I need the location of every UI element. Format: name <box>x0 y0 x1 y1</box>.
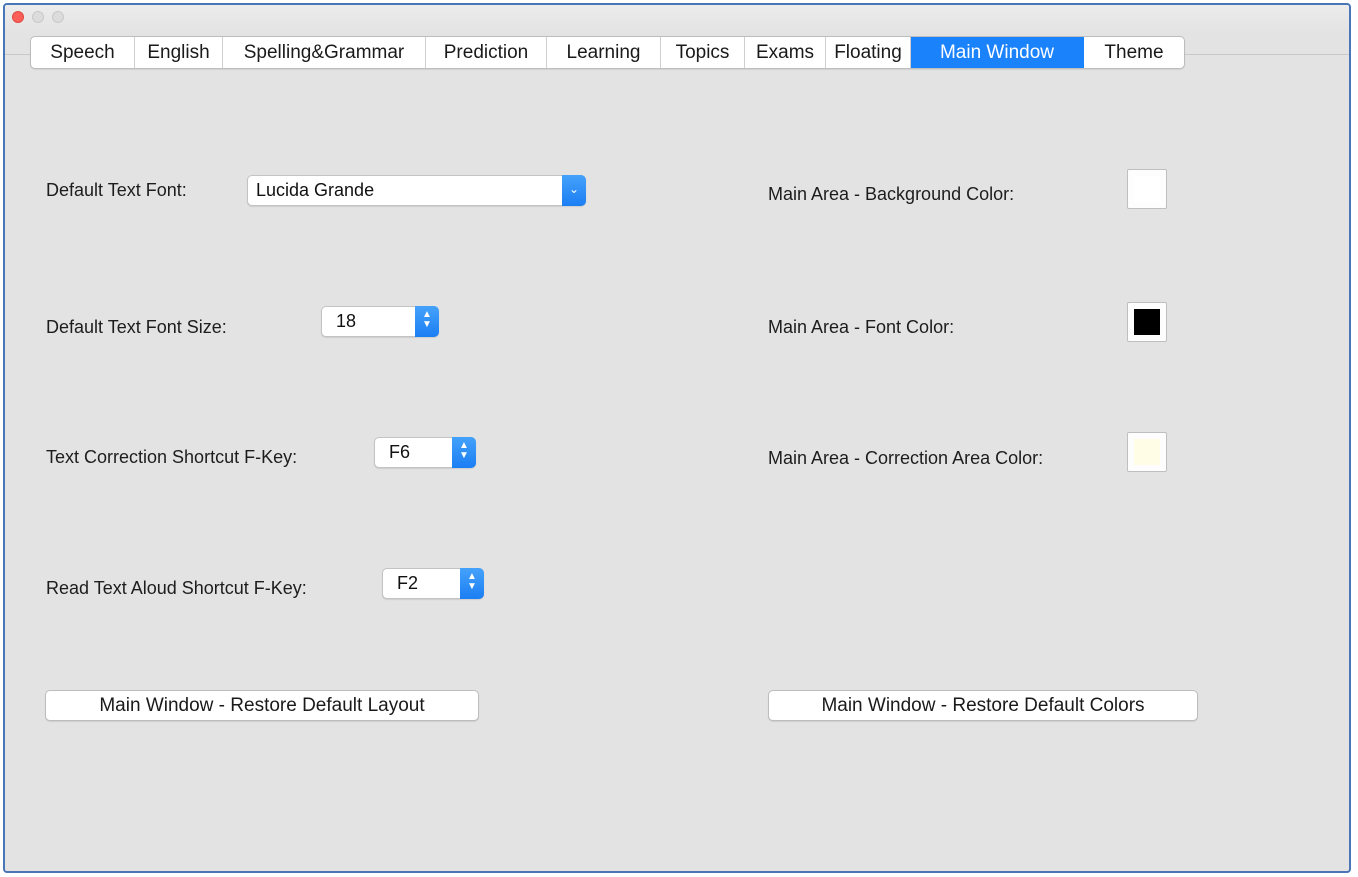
read-aloud-shortcut-value: F2 <box>397 573 419 593</box>
restore-default-colors-button[interactable]: Main Window - Restore Default Colors <box>768 690 1198 721</box>
zoom-button[interactable] <box>52 11 64 23</box>
background-color-label: Main Area - Background Color: <box>768 184 1015 204</box>
close-button[interactable] <box>12 11 24 23</box>
default-font-dropdown[interactable]: Lucida Grande ⌄ <box>247 175 586 206</box>
tab-bar: Speech English Spelling&Grammar Prediction L… <box>30 36 1185 69</box>
tab-spelling-grammar[interactable]: Spelling&Grammar <box>223 37 426 68</box>
correction-shortcut-label: Text Correction Shortcut F-Key: <box>46 447 298 467</box>
correction-area-color-fill <box>1134 439 1160 465</box>
background-color-fill <box>1134 176 1160 202</box>
tab-floating[interactable]: Floating <box>826 37 911 68</box>
tab-topics[interactable]: Topics <box>661 37 745 68</box>
tab-prediction[interactable]: Prediction <box>426 37 547 68</box>
font-size-stepper[interactable]: 18 ▲ ▼ <box>321 306 439 337</box>
read-aloud-shortcut-select[interactable]: F2 ▲ ▼ <box>382 568 484 599</box>
up-down-chevron-icon: ▲ ▼ <box>460 568 484 599</box>
up-down-chevron-icon: ▲ ▼ <box>452 437 476 468</box>
font-size-value: 18 <box>336 311 357 331</box>
preferences-window: Speech English Spelling&Grammar Prediction L… <box>3 3 1351 873</box>
title-bar <box>5 5 1349 33</box>
correction-shortcut-value: F6 <box>389 442 411 462</box>
read-aloud-shortcut-label: Read Text Aloud Shortcut F-Key: <box>46 578 307 598</box>
font-size-label: Default Text Font Size: <box>46 317 227 337</box>
up-down-chevron-icon: ▲ ▼ <box>415 306 439 337</box>
font-color-label: Main Area - Font Color: <box>768 317 955 337</box>
tab-exams[interactable]: Exams <box>745 37 826 68</box>
tab-english[interactable]: English <box>135 37 223 68</box>
correction-area-color-swatch[interactable] <box>1127 432 1167 472</box>
default-font-value: Lucida Grande <box>256 180 375 200</box>
background-color-swatch[interactable] <box>1127 169 1167 209</box>
tab-learning[interactable]: Learning <box>547 37 661 68</box>
font-color-swatch[interactable] <box>1127 302 1167 342</box>
restore-default-layout-button[interactable]: Main Window - Restore Default Layout <box>45 690 479 721</box>
chevron-down-icon: ⌄ <box>562 175 586 206</box>
correction-area-color-label: Main Area - Correction Area Color: <box>768 448 1044 468</box>
tab-theme[interactable]: Theme <box>1084 37 1184 68</box>
default-font-label: Default Text Font: <box>46 180 187 200</box>
font-color-fill <box>1134 309 1160 335</box>
minimize-button[interactable] <box>32 11 44 23</box>
tab-main-window[interactable]: Main Window <box>911 37 1084 68</box>
tab-speech[interactable]: Speech <box>31 37 135 68</box>
correction-shortcut-select[interactable]: F6 ▲ ▼ <box>374 437 476 468</box>
